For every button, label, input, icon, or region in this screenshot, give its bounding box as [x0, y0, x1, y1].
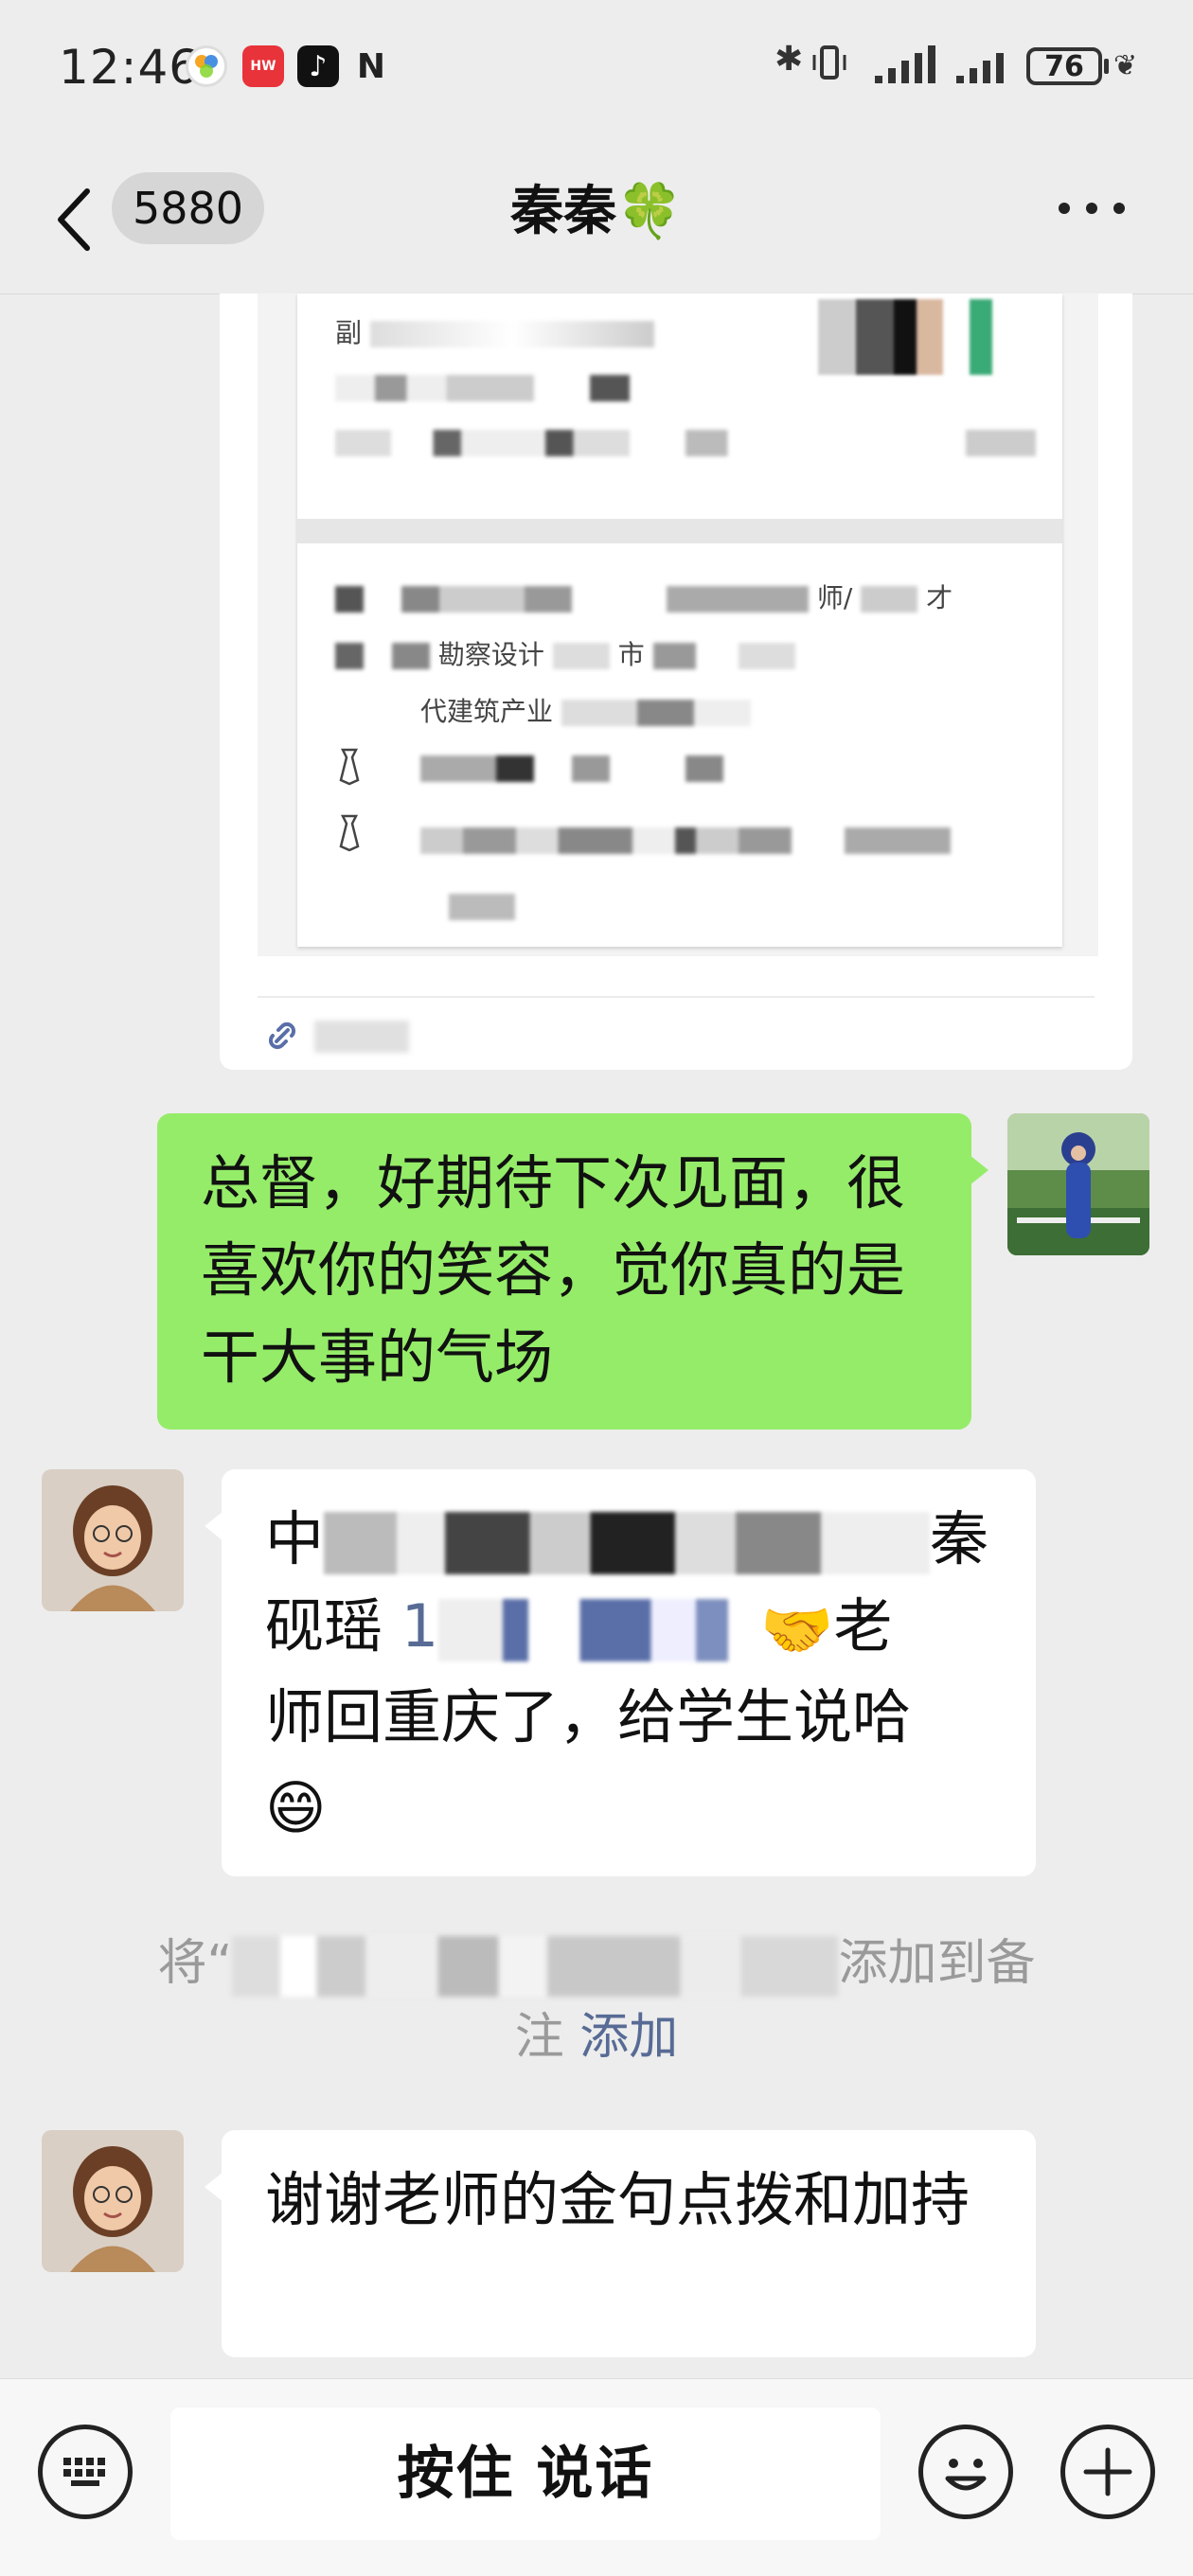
note-text: 将“ — [157, 1935, 233, 1992]
blurred-document: 副 师/ 才 勘察设计 市 代建筑产业 — [297, 293, 1062, 947]
contact-message-bubble[interactable]: 谢谢老师的金句点拨和加持 — [205, 2130, 1036, 2357]
message-text: 秦 — [930, 1504, 989, 1573]
clock: 12:46 — [59, 40, 201, 95]
keyboard-icon — [63, 2458, 105, 2486]
emoji-button[interactable] — [918, 2425, 1013, 2519]
my-avatar[interactable] — [1007, 1113, 1149, 1255]
note-text: 注 — [514, 2009, 564, 2066]
signal-icon — [871, 40, 943, 87]
plus-icon — [1083, 2447, 1132, 2496]
battery-tip — [1104, 59, 1109, 74]
contact-message-bubble[interactable]: 中 秦 砚瑶 1 🤝老 师回重庆了，给学生说哈 😄 — [205, 1469, 1036, 1876]
status-bar: 12:46 HW ♪ N ✱ 76 ❦ — [0, 0, 1193, 142]
card-source-label — [314, 1021, 409, 1053]
chat-input-bar: 按住 说话 — [0, 2378, 1193, 2576]
doc-text: 勘察设计 — [437, 639, 544, 670]
add-remark-link[interactable]: 添加 — [579, 2009, 678, 2066]
pixelated-phone-number — [438, 1598, 761, 1661]
more-actions-button[interactable] — [1060, 2425, 1155, 2519]
tie-icon — [339, 748, 360, 786]
message-text: 谢谢老师的金句点拨和加持 — [265, 2165, 970, 2234]
grinning-face-emoji: 😄 — [265, 1772, 327, 1842]
card-divider — [258, 996, 1095, 998]
signal-icon-2 — [953, 40, 1019, 87]
hold-to-talk-button[interactable]: 按住 说话 — [170, 2407, 881, 2540]
message-text: 中 — [265, 1504, 325, 1573]
pixelated-text — [324, 1511, 931, 1574]
doc-text: 师/ — [816, 582, 853, 613]
phone-number-link[interactable]: 1 — [401, 1591, 438, 1661]
smiley-icon — [945, 2459, 987, 2491]
message-text: 总督，好期待下次见面，很喜欢你的笑容，觉你真的是干大事的气场 — [201, 1148, 906, 1392]
leaf-icon: ❦ — [1113, 49, 1138, 82]
tie-icon — [339, 814, 360, 852]
doc-text: 才 — [926, 582, 953, 613]
bluetooth-icon: ✱ — [775, 40, 804, 79]
message-text: 师回重庆了，给学生说哈 — [265, 1681, 912, 1751]
doc-text: 市 — [617, 639, 645, 670]
more-options-button[interactable] — [1059, 203, 1125, 216]
contact-avatar[interactable] — [42, 1469, 184, 1611]
shared-link-card[interactable]: 副 师/ 才 勘察设计 市 代建筑产业 — [220, 293, 1132, 1070]
doc-separator — [297, 519, 1062, 543]
chat-title: 秦秦🍀 — [510, 181, 683, 242]
vibrate-icon — [810, 40, 848, 87]
message-text: 老 — [833, 1591, 893, 1661]
add-remark-system-note: 将“ 添加到备 注 添加 — [104, 1927, 1089, 2074]
photos-icon — [186, 45, 227, 87]
nfc-icon: N — [356, 46, 386, 86]
pixelated-text — [232, 1936, 839, 1997]
message-text: 砚瑶 — [265, 1591, 383, 1661]
note-text: 添加到备 — [838, 1935, 1036, 1992]
huawei-appgallery-icon: HW — [242, 45, 284, 87]
chat-header: 5880 秦秦🍀 — [0, 142, 1193, 294]
tiktok-icon: ♪ — [297, 45, 339, 87]
battery-indicator: 76 — [1026, 47, 1102, 85]
handshake-emoji: 🤝 — [760, 1594, 834, 1664]
blurred-block — [818, 299, 1007, 375]
card-preview-image: 副 师/ 才 勘察设计 市 代建筑产业 — [258, 293, 1098, 956]
my-message-bubble[interactable]: 总督，好期待下次见面，很喜欢你的笑容，觉你真的是干大事的气场 — [157, 1113, 988, 1430]
keyboard-toggle-button[interactable] — [38, 2425, 133, 2519]
doc-text: 代建筑产业 — [420, 696, 554, 727]
mini-program-link-icon — [268, 1022, 296, 1050]
contact-avatar[interactable] — [42, 2130, 184, 2272]
doc-text: 副 — [335, 317, 363, 348]
